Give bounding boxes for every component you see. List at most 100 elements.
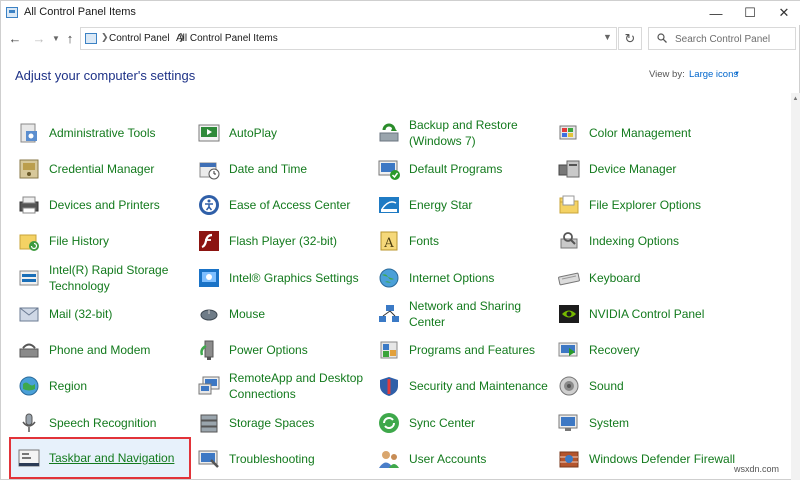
control-panel-item-recovery[interactable]: Recovery	[557, 334, 739, 366]
windows-defender-firewall-icon	[559, 451, 579, 468]
control-panel-item-indexing-options[interactable]: Indexing Options	[557, 225, 739, 257]
address-bar[interactable]: ❯ Control Panel ❯ All Control Panel Item…	[80, 27, 617, 50]
item-label: Fonts	[409, 234, 440, 248]
close-button[interactable]: ✕	[767, 1, 800, 25]
control-panel-item-backup-restore[interactable]: Backup and Restore (Windows 7)	[377, 117, 559, 149]
item-label: Windows Defender Firewall	[589, 452, 736, 466]
control-panel-item-system[interactable]: System	[557, 407, 739, 439]
system-icon	[558, 414, 578, 431]
mouse-icon	[200, 309, 218, 321]
item-label: Storage Spaces	[229, 416, 315, 430]
item-label: Ease of Access Center	[229, 198, 351, 212]
item-label: Backup and Restore (Windows 7)	[409, 118, 518, 148]
devices-printers-icon	[19, 196, 39, 214]
control-panel-item-remoteapp[interactable]: RemoteApp and Desktop Connections	[197, 370, 379, 402]
view-by-dropdown[interactable]: Large icons	[689, 69, 738, 80]
control-panel-item-devices-printers[interactable]: Devices and Printers	[17, 189, 199, 221]
control-panel-item-taskbar-navigation[interactable]: Taskbar and Navigation	[9, 437, 191, 479]
control-panel-item-date-time[interactable]: Date and Time	[197, 153, 379, 185]
refresh-button[interactable]: ↻	[618, 27, 642, 50]
control-panel-item-user-accounts[interactable]: User Accounts	[377, 443, 559, 475]
control-panel-item-mouse[interactable]: Mouse	[197, 298, 379, 330]
up-arrow-icon[interactable]: ↑	[62, 29, 78, 47]
speech-recognition-icon	[22, 413, 36, 432]
item-label: Sync Center	[409, 416, 476, 430]
watermark: wsxdn.com	[734, 464, 780, 474]
credential-manager-icon	[19, 159, 39, 179]
window-title: All Control Panel Items	[24, 6, 136, 18]
fonts-icon: A	[380, 231, 398, 251]
control-panel-item-device-manager[interactable]: Device Manager	[557, 153, 739, 185]
back-arrow-icon[interactable]: ←	[7, 29, 23, 47]
minimize-button[interactable]: —	[699, 1, 733, 25]
item-label: Phone and Modem	[49, 343, 151, 357]
view-by-label: View by:	[649, 69, 685, 80]
item-label: Date and Time	[229, 162, 308, 176]
item-label: Intel(R) Rapid Storage Technology	[49, 263, 169, 293]
control-panel-item-programs-features[interactable]: Programs and Features	[377, 334, 559, 366]
item-label: Mail (32-bit)	[49, 307, 113, 321]
ease-of-access-icon	[199, 195, 219, 215]
breadcrumb-all-items[interactable]: All Control Panel Items	[176, 33, 278, 44]
file-history-icon	[19, 234, 39, 251]
forward-arrow-icon[interactable]: →	[31, 29, 47, 47]
navigation-bar: ← → ▼ ↑ ❯ Control Panel ❯ All Control Pa…	[1, 25, 800, 53]
control-panel-item-file-explorer-options[interactable]: File Explorer Options	[557, 189, 739, 221]
item-label: Flash Player (32-bit)	[229, 234, 338, 248]
item-label: Keyboard	[589, 271, 641, 285]
control-panel-item-phone-modem[interactable]: Phone and Modem	[17, 334, 199, 366]
chevron-down-icon[interactable]: ▼	[734, 71, 740, 77]
control-panel-item-file-history[interactable]: File History	[17, 225, 199, 257]
control-panel-item-autoplay[interactable]: AutoPlay	[197, 117, 379, 149]
control-panel-item-default-programs[interactable]: Default Programs	[377, 153, 559, 185]
control-panel-item-energy-star[interactable]: Energy Star	[377, 189, 559, 221]
sync-center-icon	[379, 413, 399, 433]
breadcrumb-separator-icon[interactable]: ❯	[101, 32, 109, 43]
control-panel-item-mail[interactable]: Mail (32-bit)	[17, 298, 199, 330]
control-panel-item-storage-spaces[interactable]: Storage Spaces	[197, 407, 379, 439]
item-label: Default Programs	[409, 162, 503, 176]
control-panel-item-nvidia[interactable]: NVIDIA Control Panel	[557, 298, 739, 330]
color-management-icon	[559, 125, 577, 140]
control-panel-item-intel-graphics[interactable]: Intel® Graphics Settings	[197, 262, 379, 294]
item-label: Administrative Tools	[49, 126, 156, 140]
control-panel-item-flash-player[interactable]: Flash Player (32-bit)	[197, 225, 379, 257]
maximize-button[interactable]: ☐	[733, 1, 767, 25]
control-panel-item-region[interactable]: Region	[17, 370, 199, 402]
control-panel-icon	[6, 7, 18, 18]
control-panel-item-ease-of-access[interactable]: Ease of Access Center	[197, 189, 379, 221]
control-panel-item-troubleshooting[interactable]: Troubleshooting	[197, 443, 379, 475]
control-panel-item-security-maintenance[interactable]: Security and Maintenance	[377, 370, 559, 402]
control-panel-item-windows-defender-firewall[interactable]: Windows Defender Firewall	[557, 443, 739, 475]
control-panel-item-internet-options[interactable]: Internet Options	[377, 262, 559, 294]
control-panel-item-credential-manager[interactable]: Credential Manager	[17, 153, 199, 185]
breadcrumb-control-panel[interactable]: Control Panel	[109, 33, 170, 44]
flash-player-icon	[199, 231, 219, 251]
indexing-options-icon	[560, 232, 578, 249]
control-panel-item-color-management[interactable]: Color Management	[557, 117, 739, 149]
control-panel-item-power-options[interactable]: Power Options	[197, 334, 379, 366]
control-panel-item-sync-center[interactable]: Sync Center	[377, 407, 559, 439]
control-panel-item-keyboard[interactable]: Keyboard	[557, 262, 739, 294]
vertical-scrollbar[interactable]: ▲	[791, 93, 800, 480]
user-accounts-icon	[379, 451, 399, 468]
file-explorer-options-icon	[559, 195, 579, 214]
nvidia-icon	[559, 305, 579, 323]
control-panel-item-administrative-tools[interactable]: Administrative Tools	[17, 117, 199, 149]
control-panel-item-speech-recognition[interactable]: Speech Recognition	[17, 407, 199, 439]
item-label: Mouse	[229, 307, 266, 321]
item-label: File History	[49, 234, 110, 248]
keyboard-icon	[558, 272, 580, 286]
region-icon	[19, 376, 39, 396]
address-dropdown-icon[interactable]: ▼	[603, 32, 612, 42]
control-panel-item-network-sharing[interactable]: Network and Sharing Center	[377, 298, 559, 330]
search-input[interactable]	[675, 31, 793, 47]
search-box[interactable]	[648, 27, 796, 50]
control-panel-item-intel-rapid-storage[interactable]: Intel(R) Rapid Storage Technology	[17, 262, 199, 294]
control-panel-item-fonts[interactable]: A Fonts	[377, 225, 559, 257]
item-label: Sound	[589, 379, 624, 393]
backup-restore-icon	[379, 123, 399, 142]
control-panel-item-sound[interactable]: Sound	[557, 370, 739, 402]
scroll-up-icon[interactable]: ▲	[791, 93, 800, 105]
storage-spaces-icon	[200, 414, 218, 433]
